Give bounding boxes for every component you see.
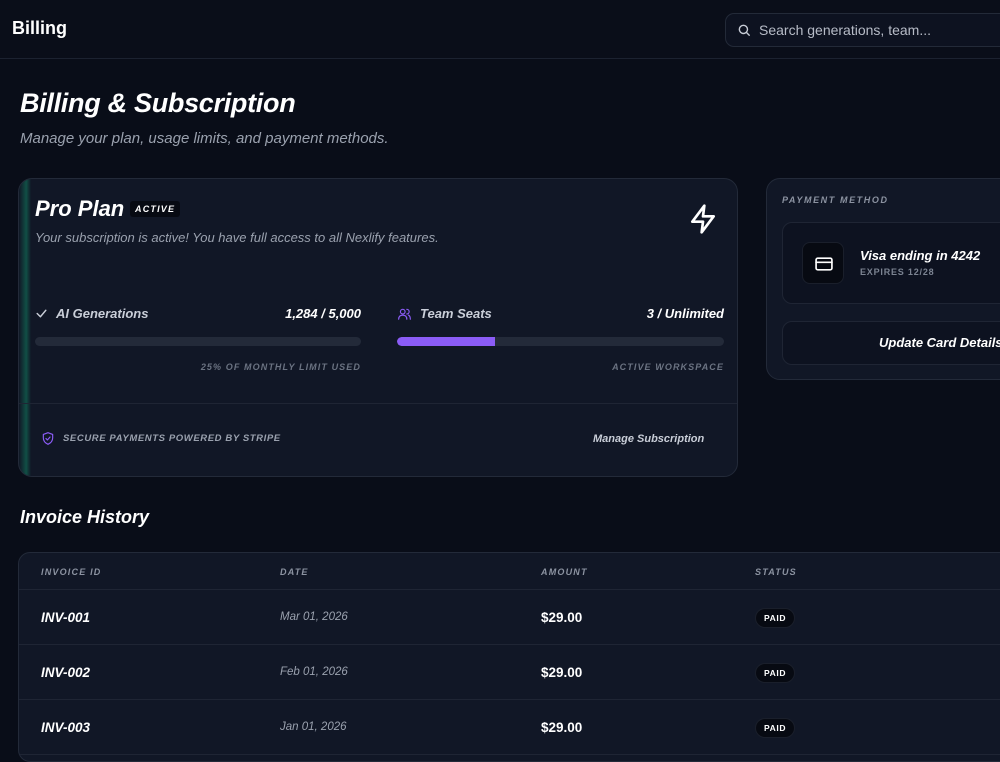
card-icon-container <box>802 242 844 284</box>
plan-card: Pro Plan ACTIVE Your subscription is act… <box>18 178 738 477</box>
table-row[interactable]: INV-003 Jan 01, 2026 $29.00 PAID <box>19 700 1000 755</box>
plan-accent-bar <box>19 179 31 476</box>
plan-status-badge: ACTIVE <box>130 201 181 217</box>
column-header-invoice-id: INVOICE ID <box>41 567 102 577</box>
update-card-button[interactable]: Update Card Details <box>782 321 1000 365</box>
invoice-id: INV-002 <box>41 665 91 680</box>
invoice-table: INVOICE ID DATE AMOUNT STATUS INV-001 Ma… <box>18 552 1000 762</box>
progress-fill-seats <box>397 337 496 346</box>
invoice-id: INV-001 <box>41 610 91 625</box>
status-badge: PAID <box>755 608 796 628</box>
usage-caption-generations: 25% OF MONTHLY LIMIT USED <box>200 362 361 372</box>
search-box[interactable] <box>725 13 1000 47</box>
invoice-amount: $29.00 <box>541 665 583 680</box>
status-badge: PAID <box>755 663 796 683</box>
invoice-amount: $29.00 <box>541 720 583 735</box>
search-input[interactable] <box>759 14 999 46</box>
payment-method-title: PAYMENT METHOD <box>782 195 889 205</box>
invoice-date: Jan 01, 2026 <box>280 721 347 733</box>
manage-subscription-button[interactable]: Manage Subscription <box>593 433 704 445</box>
invoice-history-title: Invoice History <box>20 507 150 527</box>
table-row[interactable]: INV-002 Feb 01, 2026 $29.00 PAID <box>19 645 1000 700</box>
invoice-id: INV-003 <box>41 720 91 735</box>
update-card-label: Update Card Details <box>879 335 1000 350</box>
plan-name: Pro Plan <box>35 196 125 221</box>
table-row[interactable]: INV-001 Mar 01, 2026 $29.00 PAID <box>19 590 1000 645</box>
card-name: Visa ending in 4242 <box>860 248 981 263</box>
invoice-amount: $29.00 <box>541 610 583 625</box>
bolt-icon <box>691 204 715 234</box>
usage-caption-seats: ACTIVE WORKSPACE <box>612 362 724 372</box>
shield-icon <box>42 432 54 445</box>
page-subtitle: Manage your plan, usage limits, and paym… <box>20 130 389 147</box>
progress-track-seats <box>397 337 724 346</box>
usage-value-seats: 3 / Unlimited <box>646 306 724 321</box>
invoice-date: Mar 01, 2026 <box>280 611 348 623</box>
page-title: Billing & Subscription <box>20 88 296 118</box>
invoice-date: Feb 01, 2026 <box>280 666 348 678</box>
card-expiry: EXPIRES 12/28 <box>860 267 935 277</box>
plan-divider <box>19 403 737 404</box>
payment-method-card: PAYMENT METHOD Visa ending in 4242 EXPIR… <box>766 178 1000 380</box>
search-icon <box>738 24 750 36</box>
usage-label-generations: AI Generations <box>56 306 149 321</box>
progress-track-generations <box>35 337 361 346</box>
column-header-date: DATE <box>280 567 309 577</box>
credit-card-icon <box>815 257 833 271</box>
users-icon <box>398 308 411 320</box>
status-badge: PAID <box>755 718 796 738</box>
top-bar-title: Billing <box>12 18 67 38</box>
usage-value-generations: 1,284 / 5,000 <box>285 306 361 321</box>
column-header-status: STATUS <box>755 567 797 577</box>
plan-description: Your subscription is active! You have fu… <box>35 230 439 245</box>
table-header: INVOICE ID DATE AMOUNT STATUS <box>19 553 1000 590</box>
top-bar: Billing <box>0 0 1000 59</box>
saved-card: Visa ending in 4242 EXPIRES 12/28 <box>782 222 1000 304</box>
secure-payments-text: SECURE PAYMENTS POWERED BY STRIPE <box>63 433 281 444</box>
usage-label-seats: Team Seats <box>420 306 492 321</box>
column-header-amount: AMOUNT <box>541 567 588 577</box>
check-icon <box>36 309 47 318</box>
